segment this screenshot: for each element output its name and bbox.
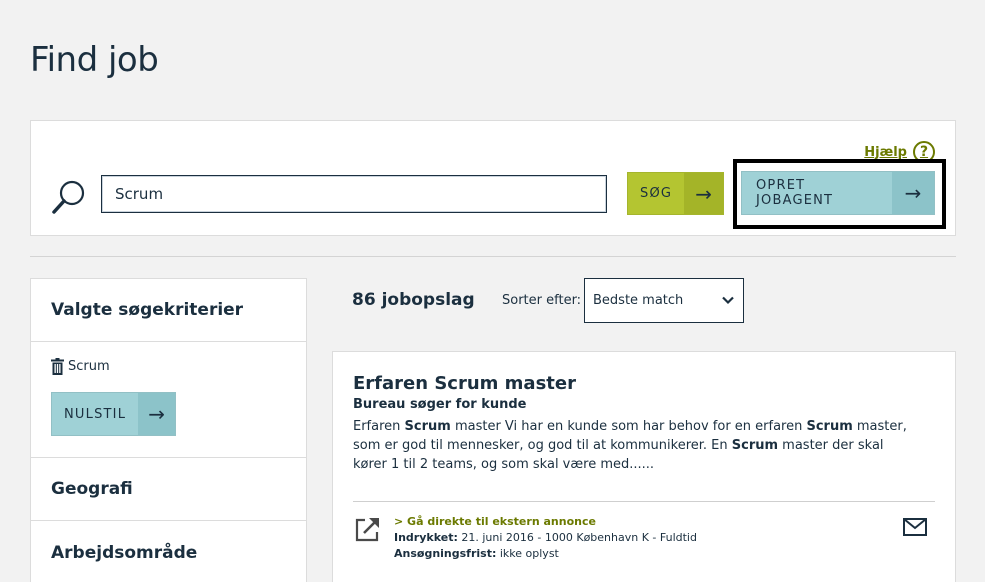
sort-select-value: Bedste match xyxy=(593,293,684,308)
search-button-label: SØG xyxy=(640,186,673,201)
printed-value: 21. juni 2016 - 1000 København K - Fuldt… xyxy=(461,531,697,544)
geography-heading: Geografi xyxy=(51,479,133,499)
result-count: 86 jobopslag xyxy=(352,290,475,310)
page-title: Find job xyxy=(30,40,159,80)
filter-work-area[interactable]: Arbejdsområde xyxy=(31,521,306,582)
deadline-label: Ansøgningsfrist: xyxy=(394,547,497,560)
work-area-heading: Arbejdsområde xyxy=(51,542,198,563)
external-link-icon[interactable] xyxy=(355,516,381,542)
external-ad-link[interactable]: > Gå direkte til ekstern annonce xyxy=(394,515,596,528)
desc-part: Erfaren xyxy=(353,419,405,434)
arrow-right-icon: → xyxy=(138,393,175,435)
arrow-right-icon: → xyxy=(892,172,934,214)
chevron-down-icon xyxy=(722,296,734,305)
job-deadline: Ansøgningsfrist: ikke oplyst xyxy=(394,547,559,560)
reset-button-label: NULSTIL xyxy=(64,406,127,422)
filter-geography[interactable]: Geografi xyxy=(31,458,306,521)
criteria-heading: Valgte søgekriterier xyxy=(51,300,244,320)
criteria-section: Valgte søgekriterier xyxy=(31,279,306,342)
desc-part: master Vi har en kunde som har behov for… xyxy=(450,419,807,434)
desc-highlight: Scrum xyxy=(806,419,853,434)
deadline-value: ikke oplyst xyxy=(499,547,559,560)
printed-label: Indrykket: xyxy=(394,531,458,544)
create-jobagent-label: OPRET JOBAGENT xyxy=(756,178,834,208)
job-printed: Indrykket: 21. juni 2016 - 1000 Københav… xyxy=(394,531,697,544)
criteria-chip-label: Scrum xyxy=(68,359,110,374)
mail-icon[interactable] xyxy=(903,518,927,536)
sort-select[interactable]: Bedste match xyxy=(584,278,744,323)
job-card: Erfaren Scrum master Bureau søger for ku… xyxy=(332,351,956,582)
search-button[interactable]: SØG → xyxy=(627,172,724,215)
search-panel: Hjælp ? SØG → OPRET JOBAGENT → xyxy=(30,120,956,236)
create-jobagent-button[interactable]: OPRET JOBAGENT → xyxy=(741,171,935,215)
criteria-chip-scrum[interactable]: Scrum xyxy=(51,358,110,375)
chosen-criteria: Scrum NULSTIL → xyxy=(31,342,306,458)
reset-button[interactable]: NULSTIL → xyxy=(51,392,176,436)
arrow-right-icon: → xyxy=(684,173,723,214)
job-company: Bureau søger for kunde xyxy=(353,397,527,412)
job-separator xyxy=(353,501,935,502)
help-label: Hjælp xyxy=(864,144,907,160)
sidebar: Valgte søgekriterier Scrum NULSTIL → Geo… xyxy=(30,278,307,582)
sort-label: Sorter efter: xyxy=(502,293,582,308)
desc-highlight: Scrum xyxy=(731,438,779,453)
divider xyxy=(30,256,956,257)
job-description: Erfaren Scrum master Vi har en kunde som… xyxy=(353,417,913,474)
search-icon xyxy=(52,180,85,214)
desc-highlight: Scrum xyxy=(404,419,451,434)
job-title[interactable]: Erfaren Scrum master xyxy=(353,373,576,394)
search-input[interactable] xyxy=(101,175,607,213)
trash-icon xyxy=(51,358,64,375)
